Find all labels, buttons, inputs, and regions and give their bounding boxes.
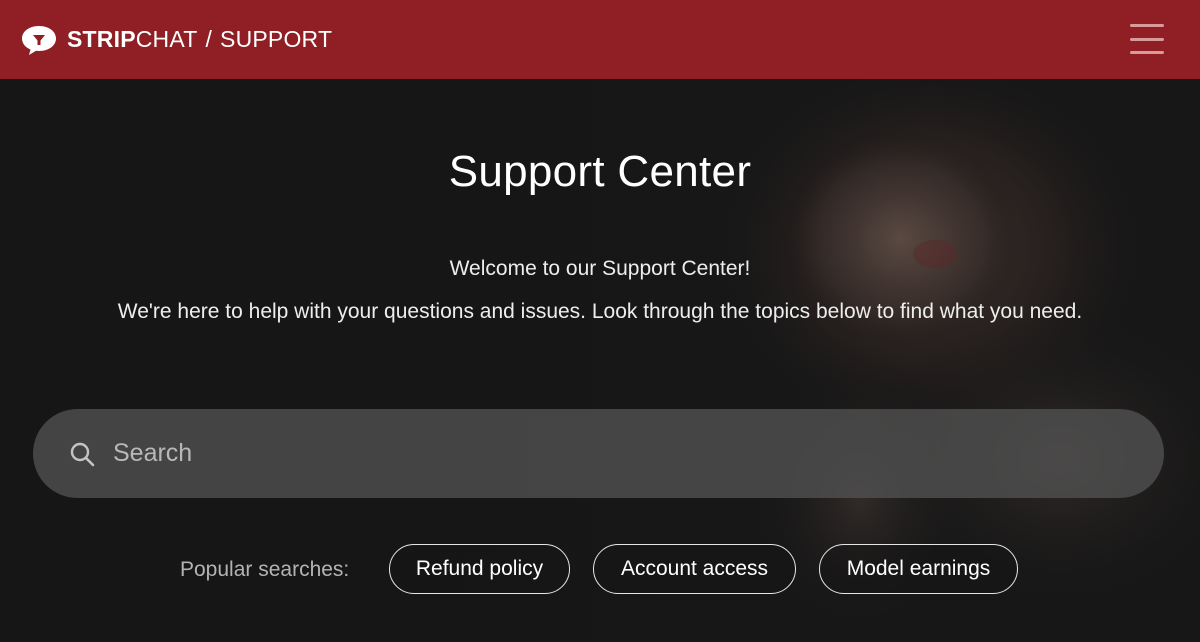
popular-searches-label: Popular searches: [180,558,350,581]
page-title: Support Center [448,147,752,196]
chat-bubble-logo-icon [21,24,57,56]
menu-line [1130,37,1164,41]
search-input[interactable] [111,422,1164,485]
brand-name: STRIPCHAT / SUPPORT [67,26,332,53]
brand-section: SUPPORT [220,26,333,52]
hero-section: Support Center Welcome to our Support Ce… [0,79,1200,642]
brand-separator: / [205,26,213,52]
search-icon [69,441,95,467]
menu-line [1130,24,1164,27]
brand-link[interactable]: STRIPCHAT / SUPPORT [21,20,332,60]
welcome-text: Welcome to our Support Center! [449,257,751,280]
popular-searches: Popular searches: Refund policy Account … [0,544,1200,598]
menu-line [1130,51,1164,54]
top-bar: STRIPCHAT / SUPPORT [0,0,1200,79]
search-bar[interactable] [33,409,1164,498]
chip-refund-policy[interactable]: Refund policy [389,544,570,594]
chip-model-earnings[interactable]: Model earnings [819,544,1018,594]
intro-description: We're here to help with your questions a… [117,300,1083,323]
brand-name-strong: STRIP [67,26,136,52]
hamburger-menu-icon[interactable] [1130,24,1164,54]
chip-account-access[interactable]: Account access [593,544,796,594]
brand-name-light: CHAT [135,26,198,52]
hero-content: Support Center Welcome to our Support Ce… [0,79,1200,642]
support-page: STRIPCHAT / SUPPORT Support Center Welco… [0,0,1200,642]
